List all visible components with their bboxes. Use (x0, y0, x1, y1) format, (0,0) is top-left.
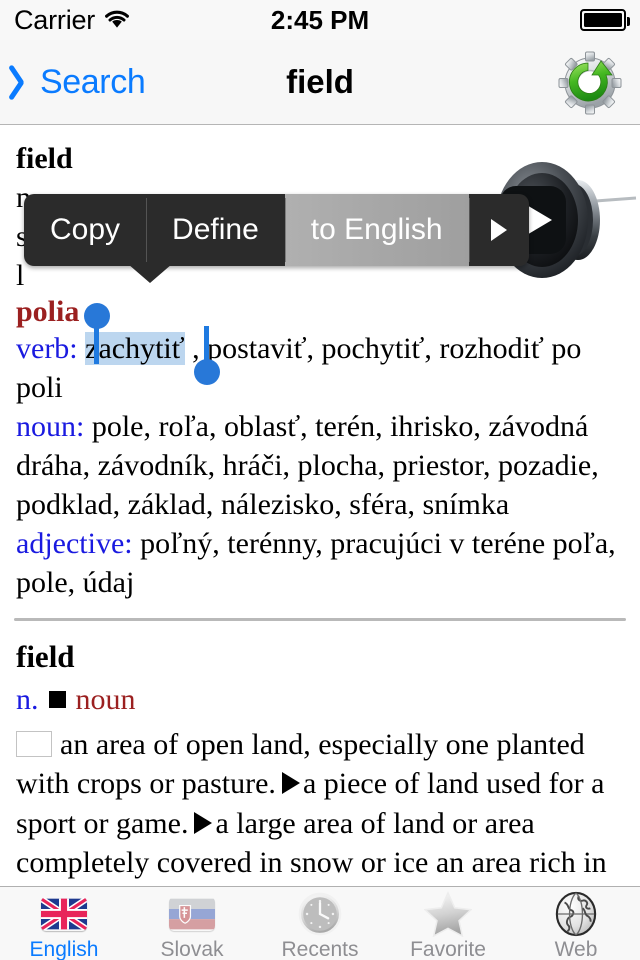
selection-handle-right-knob[interactable] (194, 358, 220, 385)
tab-bar: English Slovak Recents Favorite Web (0, 886, 640, 960)
navigation-bar: Search field (0, 40, 640, 125)
verb-pos-label: verb: (16, 331, 78, 365)
tab-english-label: English (29, 938, 99, 960)
definition-pos-row: n. noun (16, 683, 624, 717)
selection-handle-left-bar[interactable] (94, 325, 99, 364)
sense-marker-box-icon (16, 730, 52, 757)
caret-right-icon (490, 219, 507, 241)
star-icon (424, 891, 472, 937)
tab-slovak-label: Slovak (160, 938, 224, 960)
tab-recents-label: Recents (281, 938, 359, 960)
globe-icon (554, 891, 598, 937)
popup-item-copy[interactable]: Copy (24, 194, 147, 266)
status-bar-right (580, 9, 630, 31)
tab-favorite[interactable]: Favorite (384, 887, 512, 960)
definition-part-of-speech: noun (75, 682, 136, 716)
verb-entry: verb: zachytiť , postaviť, pochytiť, roz… (16, 302, 624, 407)
tab-web[interactable]: Web (512, 887, 640, 960)
tab-web-label: Web (554, 938, 598, 960)
page-title: field (286, 63, 354, 100)
selection-handle-left-knob[interactable] (84, 302, 110, 329)
selection-handle-right-bar[interactable] (204, 325, 209, 364)
selected-text[interactable]: zachytiť (85, 331, 185, 365)
sense-triangle-icon (281, 772, 300, 795)
definition-headword: field (16, 638, 75, 674)
popup-item-define[interactable]: Define (146, 194, 285, 266)
noun-entry: noun: pole, roľa, oblasť, terén, ihrisko… (16, 407, 624, 524)
bullet-square-icon (48, 691, 66, 708)
definition-abbreviation: n. (16, 682, 39, 716)
text-selection-popup-menu[interactable]: Copy Define to English (24, 194, 529, 283)
status-bar-time: 2:45 PM (270, 4, 370, 35)
tab-recents[interactable]: Recents (256, 887, 384, 960)
entry-headword: field (16, 142, 73, 175)
noun-pos-label: noun: (16, 409, 85, 443)
popup-item-copy-label: Copy (50, 213, 121, 246)
adjective-pos-label: adjective: (16, 526, 133, 560)
adjective-entry: adjective: poľný, terénny, pracujúci v t… (16, 524, 624, 602)
gear-refresh-icon[interactable] (554, 46, 626, 118)
uk-flag-icon (41, 891, 87, 937)
battery-full-icon (580, 9, 630, 31)
tab-favorite-label: Favorite (410, 938, 486, 960)
tab-slovak[interactable]: Slovak (128, 887, 256, 960)
clock-icon (297, 891, 343, 937)
definition-senses: an area of open land, especially one pla… (16, 725, 624, 886)
noun-translations: pole, roľa, oblasť, terén, ihrisko, závo… (16, 409, 599, 521)
status-bar: Carrier 2:45 PM (0, 0, 640, 40)
slovakia-flag-icon (169, 891, 215, 937)
popup-item-to-english-label: to English (310, 213, 443, 246)
tab-english[interactable]: English (0, 887, 128, 960)
section-divider (14, 617, 626, 621)
selection-wrapper[interactable]: zachytiť (85, 331, 192, 365)
popup-item-to-english[interactable]: to English (284, 194, 469, 266)
popup-more-button[interactable] (468, 194, 529, 266)
sense-triangle-icon-2 (194, 811, 213, 834)
app-root: Carrier 2:45 PM Search field field n s l… (0, 0, 640, 960)
definition-sense-3: a large area of land (215, 806, 445, 840)
popup-tail (128, 264, 172, 283)
popup-item-define-label: Define (172, 213, 259, 246)
